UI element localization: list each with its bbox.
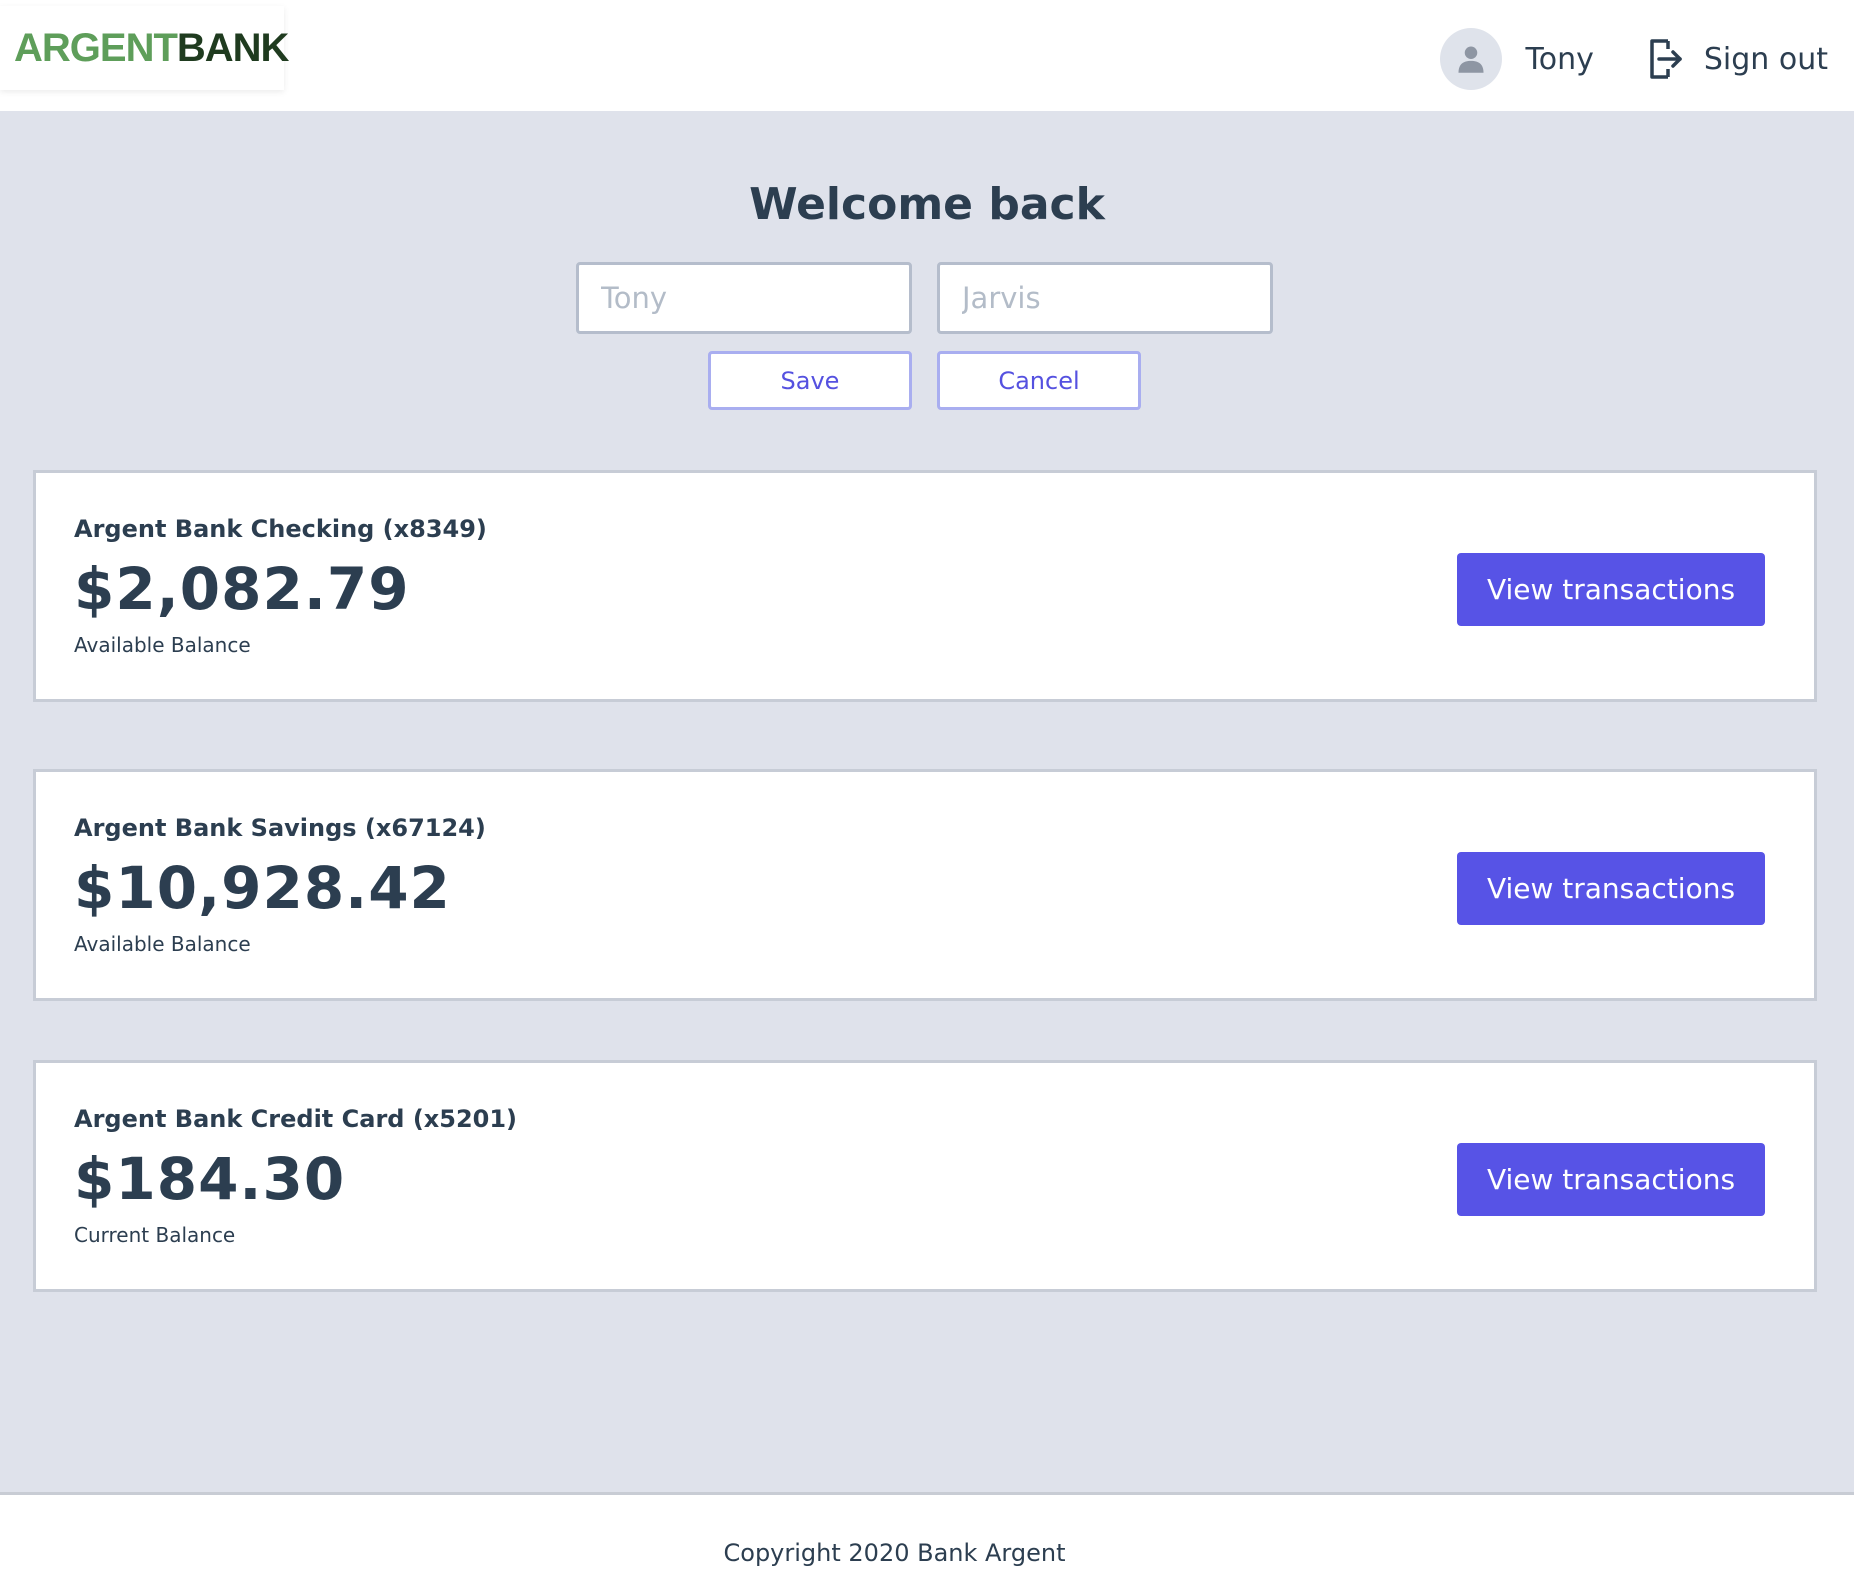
account-title: Argent Bank Savings (x67124) xyxy=(74,814,486,842)
main-content: Welcome back Save Cancel Argent Bank Che… xyxy=(0,111,1854,1492)
cancel-button[interactable]: Cancel xyxy=(937,351,1141,410)
account-amount: $184.30 xyxy=(74,1145,346,1213)
account-amount: $2,082.79 xyxy=(74,555,410,623)
account-amount: $10,928.42 xyxy=(74,854,451,922)
view-transactions-button[interactable]: View transactions xyxy=(1457,852,1765,925)
user-name-link[interactable]: Tony xyxy=(1526,42,1594,77)
footer: Copyright 2020 Bank Argent xyxy=(0,1492,1854,1591)
account-amount-description: Available Balance xyxy=(74,932,251,956)
view-transactions-button[interactable]: View transactions xyxy=(1457,553,1765,626)
save-button[interactable]: Save xyxy=(708,351,912,410)
user-avatar-icon[interactable] xyxy=(1439,28,1502,90)
account-title: Argent Bank Credit Card (x5201) xyxy=(74,1105,518,1133)
welcome-title: Welcome back xyxy=(749,179,1105,230)
first-name-input[interactable] xyxy=(576,262,912,334)
sign-out-icon xyxy=(1650,39,1682,79)
sign-out-button[interactable]: Sign out xyxy=(1648,37,1828,81)
view-transactions-button[interactable]: View transactions xyxy=(1457,1143,1765,1216)
account-amount-description: Current Balance xyxy=(74,1223,236,1247)
logo-text-argent: ARGENT xyxy=(14,25,178,70)
main-nav: ARGENT BANK Tony Sign out xyxy=(0,0,1854,111)
user-area: Tony Sign out xyxy=(1439,28,1828,90)
sign-out-label: Sign out xyxy=(1703,41,1828,77)
account-card-checking: Argent Bank Checking (x8349) $2,082.79 A… xyxy=(33,470,1817,702)
page: ARGENT BANK Tony Sign out Welcome back T… xyxy=(0,0,1854,1591)
user-silhouette-icon xyxy=(1458,46,1484,73)
footer-copyright: Copyright 2020 Bank Argent xyxy=(723,1539,1066,1567)
argent-bank-logo[interactable]: ARGENT BANK xyxy=(0,6,289,90)
account-card-credit: Argent Bank Credit Card (x5201) $184.30 … xyxy=(33,1060,1817,1292)
last-name-input[interactable] xyxy=(937,262,1273,334)
logo-text-bank: BANK xyxy=(176,25,290,70)
account-card-savings: Argent Bank Savings (x67124) $10,928.42 … xyxy=(33,769,1817,1001)
account-title: Argent Bank Checking (x8349) xyxy=(74,515,487,543)
account-amount-description: Available Balance xyxy=(74,633,251,657)
